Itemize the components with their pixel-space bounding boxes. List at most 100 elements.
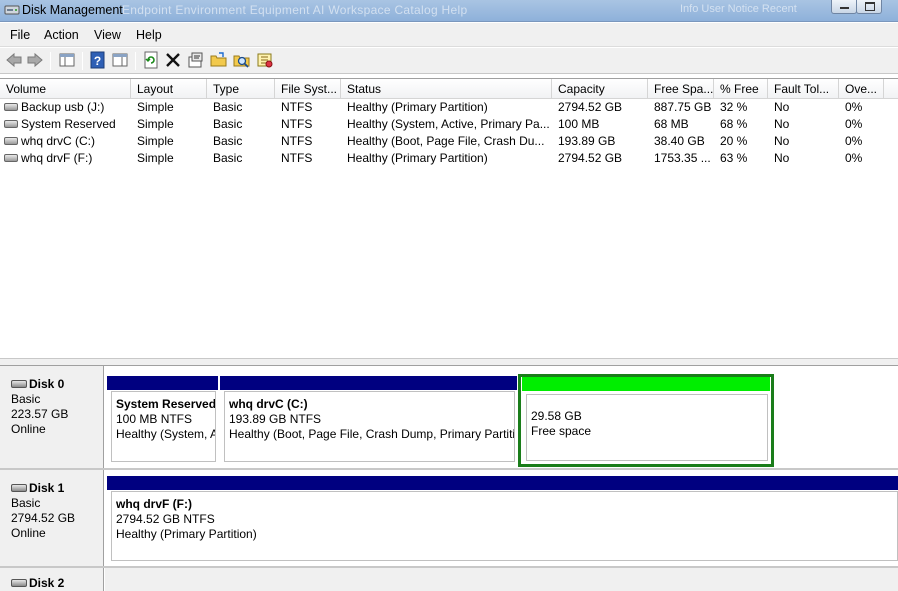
column-header-free-space[interactable]: Free Spa... [648,79,714,99]
table-row[interactable]: whq drvF (F:) Simple Basic NTFS Healthy (Pri… [0,150,898,167]
volume-list: Volume Layout Type File Syst... Status C… [0,78,898,358]
refresh-icon[interactable] [142,51,160,69]
partition-system-reserved[interactable]: System Reserved 100 MB NTFS Healthy (Sys… [107,376,218,464]
cell-fs: NTFS [281,151,313,165]
disk-type: Basic [11,392,41,406]
menu-help[interactable]: Help [136,28,162,42]
column-header-percent-free[interactable]: % Free [714,79,768,99]
partition-status: Healthy (Boot, Page File, Crash Dump, Pr… [229,427,515,441]
volume-drive-icon [4,153,18,162]
explore-icon[interactable] [233,51,251,69]
selection-frame [518,374,774,467]
cell-capacity: 100 MB [558,117,600,131]
cell-free: 68 MB [654,117,689,131]
cell-layout: Simple [137,100,174,114]
volume-name: System Reserved [21,117,116,131]
disk-name: Disk 0 [29,377,65,391]
cell-volume: whq drvC (C:) [0,133,131,150]
cell-type: Basic [213,151,243,165]
partition-bar [107,376,218,390]
partition-size: 193.89 GB NTFS [229,412,322,426]
cell-fault: No [774,100,790,114]
partition-status: Healthy (System, Active, Primary Partiti… [116,427,215,441]
column-header-layout[interactable]: Layout [131,79,207,99]
disk-status: Online [11,422,46,436]
open-folder-icon[interactable] [210,51,228,69]
column-header-type[interactable]: Type [207,79,275,99]
properties-pane-icon[interactable] [111,51,129,69]
partition-whq-drvc[interactable]: whq drvC (C:) 193.89 GB NTFS Healthy (Bo… [220,376,517,464]
window-title: Disk Management [22,3,123,17]
pane-splitter[interactable] [0,358,898,366]
column-header-status[interactable]: Status [341,79,552,99]
volume-drive-icon [4,102,18,111]
disk-0-label[interactable]: Disk 0 Basic 223.57 GB Online [0,366,104,468]
column-header-file-system[interactable]: File Syst... [275,79,341,99]
volume-name: whq drvF (F:) [21,151,93,165]
cell-volume: System Reserved [0,116,131,133]
column-header-fault-tolerance[interactable]: Fault Tol... [768,79,839,99]
disk-name: Disk 1 [29,481,65,495]
cell-status: Healthy (Primary Partition) [347,151,488,165]
partition-status: Healthy (Primary Partition) [116,527,257,541]
menu-file[interactable]: File [10,28,30,42]
hard-disk-icon [11,483,27,492]
console-tree-icon[interactable] [58,51,76,69]
cell-fs: NTFS [281,117,313,131]
cell-capacity: 193.89 GB [558,134,616,148]
menu-view[interactable]: View [94,28,121,42]
disk-status: Online [11,526,46,540]
help-icon[interactable]: ? [89,51,107,69]
cell-overhead: 0% [845,151,863,165]
cell-fault: No [774,134,790,148]
hard-disk-icon [11,578,27,587]
title-bar: Disk Management Endpoint Environment Equ… [0,0,898,22]
partition-name: System Reserved [116,397,216,411]
table-row[interactable]: whq drvC (C:) Simple Basic NTFS Healthy (Boo… [0,133,898,150]
partition-name: whq drvC (C:) [229,397,308,411]
background-window-text: Endpoint Environment Equipment AI Worksp… [122,3,468,17]
table-row[interactable]: System Reserved Simple Basic NTFS Healthy (S… [0,116,898,133]
disk-name: Disk 2 [29,576,65,590]
cell-type: Basic [213,117,243,131]
column-header-volume[interactable]: Volume [0,79,131,99]
delete-icon[interactable] [164,51,182,69]
cell-pct: 63 % [720,151,748,165]
forward-arrow-icon[interactable] [26,51,44,69]
partition-free-space[interactable]: 29.58 GB Free space [518,374,774,467]
volume-drive-icon [4,119,18,128]
cell-free: 38.40 GB [654,134,705,148]
partition-whq-drvf[interactable]: whq drvF (F:) 2794.52 GB NTFS Healthy (P… [107,476,898,563]
cell-type: Basic [213,100,243,114]
rescan-disks-icon[interactable] [256,51,274,69]
hard-disk-icon [11,379,27,388]
disk-size: 2794.52 GB [11,511,76,525]
cell-overhead: 0% [845,100,863,114]
cell-pct: 68 % [720,117,748,131]
cell-type: Basic [213,134,243,148]
menu-action[interactable]: Action [44,28,79,42]
cell-fault: No [774,117,790,131]
minimize-button[interactable] [831,0,857,14]
column-header-overhead[interactable]: Ove... [839,79,884,99]
cell-capacity: 2794.52 GB [558,100,623,114]
partition-name: whq drvF (F:) [116,497,192,511]
volume-name: Backup usb (J:) [21,100,105,114]
column-header-capacity[interactable]: Capacity [552,79,648,99]
back-arrow-icon[interactable] [5,51,23,69]
properties-icon[interactable] [187,51,205,69]
partition-info: whq drvF (F:) 2794.52 GB NTFS Healthy (P… [111,491,898,561]
cell-free: 1753.35 ... [654,151,711,165]
disk-2-label[interactable]: Disk 2 [0,568,104,591]
partition-info: whq drvC (C:) 193.89 GB NTFS Healthy (Bo… [224,391,515,462]
cell-pct: 20 % [720,134,748,148]
disk-type: Basic [11,496,41,510]
table-row[interactable]: Backup usb (J:) Simple Basic NTFS Healthy (P… [0,99,898,116]
cell-volume: whq drvF (F:) [0,150,131,167]
disk-management-app-icon [4,5,20,15]
volume-drive-icon [4,136,18,145]
disk-1-label[interactable]: Disk 1 Basic 2794.52 GB Online [0,470,104,566]
volume-name: whq drvC (C:) [21,134,96,148]
toolbar: ? [0,48,898,74]
maximize-button[interactable] [856,0,882,14]
